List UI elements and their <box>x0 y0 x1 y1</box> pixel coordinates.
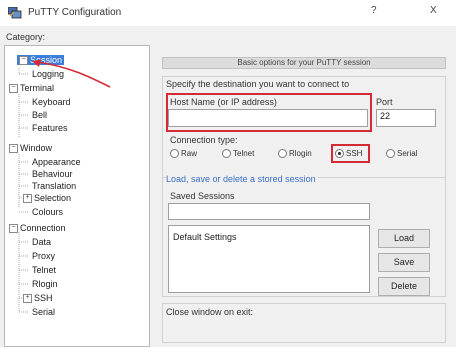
port-label: Port <box>376 97 393 107</box>
tree-item-selection[interactable]: + Selection <box>23 193 72 204</box>
tree-item-label: Connection <box>20 223 66 233</box>
saved-sessions-label: Saved Sessions <box>170 191 235 201</box>
close-button[interactable]: X <box>430 5 437 16</box>
session-item-default[interactable]: Default Settings <box>173 232 237 242</box>
radio-telnet[interactable]: Telnet <box>222 149 254 158</box>
radio-raw[interactable]: Raw <box>170 149 197 158</box>
category-label: Category: <box>6 32 46 42</box>
tree-item-serial[interactable]: Serial <box>32 307 55 317</box>
tree-item-rlogin[interactable]: Rlogin <box>32 279 58 289</box>
tree-item-label: Window <box>20 143 53 153</box>
radio-button-icon <box>278 149 287 158</box>
tree-item-connection[interactable]: − Connection <box>9 223 66 234</box>
radio-button-icon <box>170 149 179 158</box>
panel-header: Basic options for your PuTTY session <box>162 57 446 69</box>
radio-label: Telnet <box>233 149 255 158</box>
radio-serial[interactable]: Serial <box>386 149 417 158</box>
radio-label: Raw <box>181 149 198 158</box>
collapse-icon[interactable]: − <box>9 144 18 154</box>
tree-item-proxy[interactable]: Proxy <box>32 251 55 261</box>
radio-button-icon <box>386 149 395 158</box>
radio-rlogin[interactable]: Rlogin <box>278 149 312 158</box>
tree-item-label: Selection <box>34 193 72 203</box>
tree-item-bell[interactable]: Bell <box>32 110 47 120</box>
destination-label: Specify the destination you want to conn… <box>166 79 350 89</box>
tree-item-behaviour[interactable]: Behaviour <box>32 169 73 179</box>
tree-item-translation[interactable]: Translation <box>32 181 76 191</box>
window-title: PuTTY Configuration <box>28 7 122 18</box>
collapse-icon[interactable]: − <box>9 84 18 94</box>
expand-icon[interactable]: + <box>23 294 32 304</box>
tree-item-keyboard[interactable]: Keyboard <box>32 97 71 107</box>
load-button[interactable]: Load <box>378 229 430 248</box>
radio-button-icon <box>222 149 231 158</box>
putty-app-icon <box>8 7 22 19</box>
tree-item-ssh[interactable]: + SSH <box>23 293 53 304</box>
tree-item-features[interactable]: Features <box>32 123 68 133</box>
tree-item-appearance[interactable]: Appearance <box>32 157 81 167</box>
expand-icon[interactable]: + <box>23 194 32 204</box>
help-button[interactable]: ? <box>371 5 377 16</box>
port-input[interactable]: 22 <box>376 109 436 127</box>
tree-item-colours[interactable]: Colours <box>32 207 63 217</box>
radio-label: Rlogin <box>289 149 312 158</box>
radio-label: Serial <box>397 149 418 158</box>
ssh-highlight-box <box>331 144 370 163</box>
sessions-list[interactable]: Default Settings <box>168 225 370 293</box>
load-save-label: Load, save or delete a stored session <box>166 174 318 184</box>
tree-item-telnet[interactable]: Telnet <box>32 265 56 275</box>
collapse-icon[interactable]: − <box>19 56 28 66</box>
connection-type-label: Connection type: <box>170 135 238 145</box>
tree-item-window[interactable]: − Window <box>9 143 53 154</box>
tree-item-label: SSH <box>34 293 53 303</box>
tree-item-data[interactable]: Data <box>32 237 51 247</box>
title-bar: PuTTY Configuration ? X <box>0 0 456 26</box>
category-tree[interactable]: − Session Logging − Terminal Keyboard Bell… <box>4 45 150 347</box>
session-panel: Basic options for your PuTTY session Spe… <box>158 45 450 347</box>
close-window-label: Close window on exit: <box>166 307 254 317</box>
collapse-icon[interactable]: − <box>9 224 18 234</box>
delete-button[interactable]: Delete <box>378 277 430 296</box>
saved-sessions-input[interactable] <box>168 203 370 220</box>
host-highlight-box <box>166 93 372 132</box>
annotation-arrow-icon <box>32 59 111 88</box>
save-button[interactable]: Save <box>378 253 430 272</box>
